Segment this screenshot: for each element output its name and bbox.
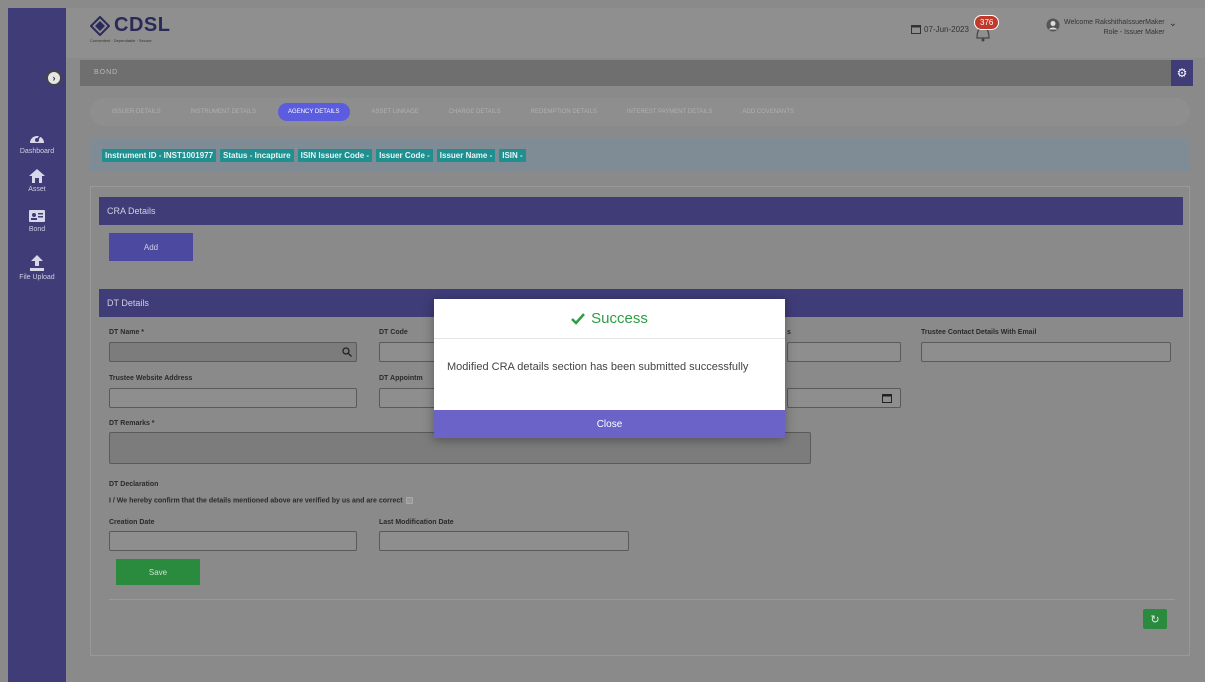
user-avatar-icon bbox=[1046, 18, 1060, 32]
modal-title: Success bbox=[591, 310, 648, 327]
sidebar-item-label: Dashboard bbox=[19, 148, 55, 155]
tab-add-covenants[interactable]: ADD COVENANTS bbox=[734, 104, 802, 120]
dt-declaration-title: DT Declaration bbox=[109, 481, 159, 488]
gear-icon: ⚙ bbox=[1176, 66, 1188, 80]
instrument-info-strip: Instrument ID - INST1001977 Status - Inc… bbox=[90, 138, 1190, 172]
success-modal: Success Modified CRA details section has… bbox=[434, 299, 785, 438]
modal-message: Modified CRA details section has been su… bbox=[447, 361, 749, 373]
dt-declaration-text: I / We hereby confirm that the details m… bbox=[109, 497, 403, 505]
tab-redemption-details[interactable]: REDEMPTION DETAILS bbox=[523, 104, 605, 120]
trustee-contact-email-label: Trustee Contact Details With Email bbox=[921, 329, 1037, 336]
dt-appointment-field[interactable] bbox=[379, 388, 439, 408]
diamond-logo-icon bbox=[90, 15, 110, 36]
breadcrumb: BOND bbox=[80, 60, 1185, 86]
tab-asset-linkage[interactable]: ASSET LINKAGE bbox=[364, 104, 427, 120]
tab-charge-details[interactable]: CHARGE DETAILS bbox=[441, 104, 509, 120]
dt-name-field[interactable] bbox=[109, 342, 357, 362]
issuer-code-badge: Issuer Code - bbox=[376, 148, 433, 162]
chevron-down-icon: ⌄ bbox=[1168, 18, 1178, 29]
tab-interest-payment-details[interactable]: INTEREST PAYMENT DETAILS bbox=[619, 104, 720, 120]
dt-code-field[interactable] bbox=[379, 342, 439, 362]
declaration-checkbox[interactable] bbox=[405, 497, 413, 504]
divider bbox=[109, 599, 1175, 600]
trustee-contact-label: s bbox=[787, 329, 791, 336]
dt-declaration-row: I / We hereby confirm that the details m… bbox=[109, 497, 413, 504]
sidebar-item-dashboard[interactable]: Dashboard bbox=[8, 130, 66, 155]
status-badge: Status - Incapture bbox=[220, 148, 294, 162]
tab-agency-details[interactable]: AGENCY DETAILS bbox=[278, 103, 350, 121]
last-modification-date-field bbox=[379, 531, 629, 551]
dashboard-icon bbox=[30, 134, 44, 143]
cdsl-logo: CDSL Convenient · Dependable · Secure bbox=[90, 14, 171, 43]
date-field[interactable] bbox=[787, 388, 901, 408]
isin-badge: ISIN - bbox=[499, 148, 526, 162]
instrument-id-badge: Instrument ID - INST1001977 bbox=[102, 148, 217, 162]
trustee-contact-field[interactable] bbox=[787, 342, 901, 362]
last-modification-date-label: Last Modification Date bbox=[379, 519, 454, 526]
issuer-name-badge: Issuer Name - bbox=[436, 148, 496, 162]
trustee-website-label: Trustee Website Address bbox=[109, 375, 193, 382]
left-sidebar: Dashboard Asset Bond File Upload bbox=[8, 8, 66, 682]
sidebar-item-file-upload[interactable]: File Upload bbox=[8, 254, 66, 281]
notification-badge[interactable]: 376 bbox=[974, 15, 1000, 30]
modal-close-button[interactable]: Close bbox=[434, 410, 785, 438]
home-icon bbox=[29, 169, 45, 183]
save-button[interactable]: Save bbox=[116, 559, 200, 585]
checkmark-icon bbox=[571, 312, 586, 325]
welcome-text: Welcome RakshithaIssuerMaker bbox=[1064, 19, 1165, 26]
tab-issuer-details[interactable]: ISSUER DETAILS bbox=[104, 104, 169, 120]
creation-date-field bbox=[109, 531, 357, 551]
trustee-contact-email-field[interactable] bbox=[921, 342, 1171, 362]
sidebar-item-label: File Upload bbox=[19, 274, 55, 281]
sidebar-toggle-button[interactable]: › bbox=[46, 70, 62, 86]
add-cra-button[interactable]: Add bbox=[109, 233, 193, 261]
tab-bar: ISSUER DETAILS INSTRUMENT DETAILS AGENCY… bbox=[90, 98, 1190, 126]
dt-appointment-label: DT Appointm bbox=[379, 375, 423, 382]
user-menu[interactable]: Welcome RakshithaIssuerMaker Role - Issu… bbox=[1046, 18, 1177, 38]
refresh-icon: ↻ bbox=[1150, 613, 1160, 626]
isin-issuer-code-badge: ISIN Issuer Code - bbox=[297, 148, 373, 162]
sidebar-item-label: Bond bbox=[28, 226, 46, 233]
dt-name-label: DT Name * bbox=[109, 329, 145, 336]
upload-icon bbox=[30, 255, 44, 271]
top-header: CDSL Convenient · Dependable · Secure 07… bbox=[66, 8, 1205, 58]
chevron-right-icon: › bbox=[52, 73, 56, 83]
dt-remarks-label: DT Remarks * bbox=[109, 420, 155, 427]
id-card-icon bbox=[29, 210, 45, 222]
tab-instrument-details[interactable]: INSTRUMENT DETAILS bbox=[183, 104, 264, 120]
trustee-website-field[interactable] bbox=[109, 388, 357, 408]
sidebar-item-asset[interactable]: Asset bbox=[8, 168, 66, 193]
creation-date-label: Creation Date bbox=[109, 519, 155, 526]
calendar-icon[interactable] bbox=[882, 393, 892, 403]
search-icon[interactable] bbox=[342, 347, 352, 357]
refresh-button[interactable]: ↻ bbox=[1143, 609, 1167, 629]
modal-header: Success bbox=[434, 299, 785, 339]
cra-section-header: CRA Details bbox=[99, 197, 1183, 225]
role-text: Role - Issuer Maker bbox=[1103, 29, 1165, 36]
calendar-icon bbox=[911, 25, 921, 34]
dt-code-label: DT Code bbox=[379, 329, 408, 336]
sidebar-item-label: Asset bbox=[28, 186, 46, 193]
settings-button[interactable]: ⚙ bbox=[1171, 60, 1193, 86]
header-date: 07-Jun-2023 bbox=[911, 24, 969, 34]
sidebar-item-bond[interactable]: Bond bbox=[8, 208, 66, 233]
